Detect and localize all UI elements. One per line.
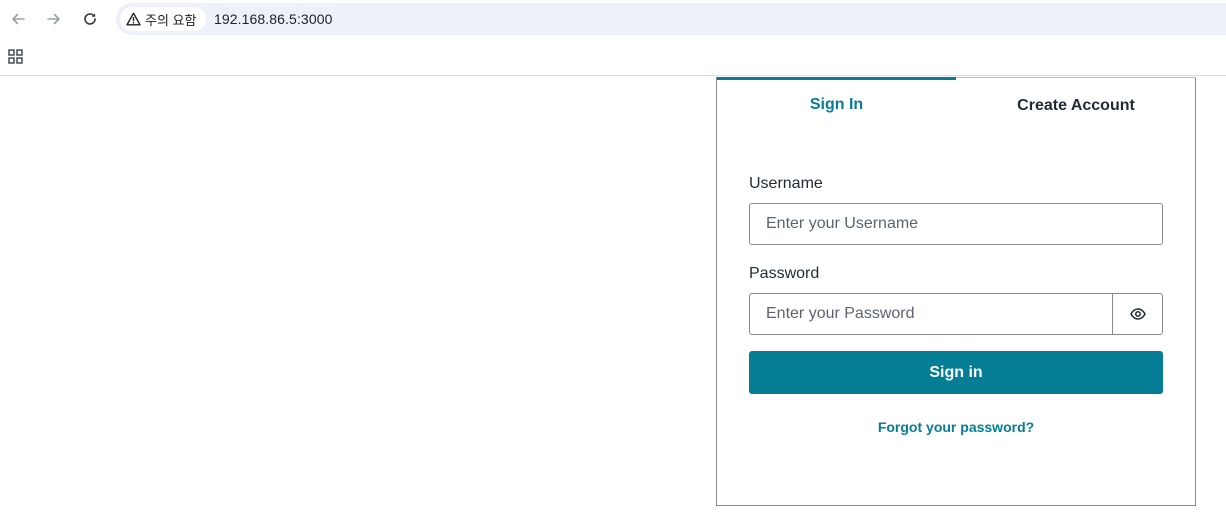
back-arrow-icon (12, 13, 25, 25)
username-label: Username (749, 175, 823, 192)
password-input[interactable] (749, 293, 1113, 335)
address-bar[interactable]: 주의 요함 192.168.86.5:3000 (116, 3, 1226, 35)
password-label: Password (749, 265, 820, 282)
url-text[interactable]: 192.168.86.5:3000 (214, 11, 332, 27)
auth-card: Sign In Create Account Username Password… (716, 77, 1196, 506)
forward-button[interactable] (40, 5, 68, 33)
forgot-password-link[interactable]: Forgot your password? (717, 419, 1195, 435)
auth-tabs: Sign In Create Account (717, 77, 1196, 132)
apps-grid-icon[interactable] (8, 49, 23, 64)
tab-create-account[interactable]: Create Account (956, 77, 1196, 132)
show-password-button[interactable] (1112, 293, 1163, 335)
back-button[interactable] (4, 5, 32, 33)
security-label: 주의 요함 (145, 12, 197, 28)
warning-icon (126, 12, 141, 26)
eye-icon (1129, 308, 1146, 320)
sign-in-button[interactable]: Sign in (749, 351, 1163, 394)
reload-icon (84, 13, 96, 25)
bookmarks-bar (0, 38, 1226, 76)
reload-button[interactable] (76, 5, 104, 33)
browser-toolbar: 주의 요함 192.168.86.5:3000 (0, 0, 1226, 38)
username-input[interactable] (749, 203, 1163, 245)
forward-arrow-icon (47, 13, 60, 25)
tab-sign-in[interactable]: Sign In (717, 77, 956, 132)
security-chip[interactable]: 주의 요함 (120, 7, 206, 31)
